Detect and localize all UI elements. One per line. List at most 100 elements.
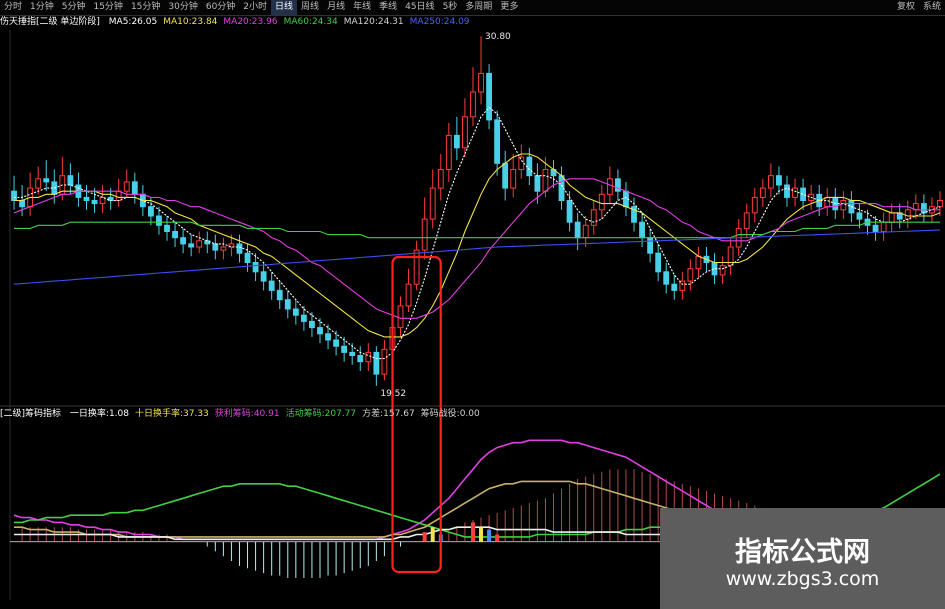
period-button[interactable]: 月线	[323, 0, 349, 15]
candle-body	[655, 252, 662, 273]
ma-legend-item: MA10:23.84	[163, 17, 218, 27]
candle-body	[614, 178, 621, 192]
candle-body	[284, 299, 291, 310]
candle-body	[429, 187, 436, 220]
candle-body	[244, 252, 251, 263]
ma-line-ma5	[14, 106, 941, 360]
candle-body	[131, 181, 138, 195]
candle-body	[292, 308, 299, 316]
candle-body	[156, 215, 162, 226]
period-button[interactable]: 45日线	[401, 0, 438, 15]
candle-body	[687, 268, 694, 282]
signal-block	[430, 527, 435, 542]
candle-body	[904, 209, 911, 220]
period-button[interactable]: 1分钟	[26, 0, 58, 15]
candle-body	[325, 333, 331, 341]
candle-body	[824, 196, 831, 208]
candle-body	[357, 355, 364, 363]
period-button[interactable]: 2小时	[239, 0, 271, 15]
candle-body	[252, 262, 259, 273]
candle-body	[470, 91, 476, 118]
chart-window: 30.80 19.52 分时 1分钟 5分钟 15分钟 15分钟 30分钟 60分钟 2小时 日线…	[0, 0, 945, 609]
ma-line-ma10	[14, 153, 941, 338]
toolbar-right-button[interactable]: 复权	[893, 0, 919, 15]
candle-body	[920, 203, 927, 214]
candle-body	[486, 72, 492, 121]
signal-block	[495, 534, 500, 542]
period-button[interactable]: 周线	[297, 0, 323, 15]
candle-body	[123, 181, 130, 192]
watermark-title: 指标公式网	[735, 537, 870, 568]
sub-indicator-legend: [二级]筹码指标 一日换率:1.08 十日换手率:37.33 获利筹码:40.91 活…	[0, 408, 945, 421]
signal-block	[422, 532, 427, 542]
candle-body	[462, 116, 468, 149]
period-button[interactable]: 15分钟	[127, 0, 164, 15]
candle-body	[582, 224, 589, 239]
candle-body	[566, 200, 573, 223]
candle-body	[260, 271, 267, 282]
candle-body	[671, 283, 678, 291]
candle-body	[309, 320, 315, 329]
period-button[interactable]: 多周期	[461, 0, 496, 15]
candle-body	[888, 212, 895, 223]
sub-legend-item: 一日换率:1.08	[69, 409, 129, 419]
period-button[interactable]: 5分钟	[58, 0, 90, 15]
signal-block	[479, 527, 484, 542]
candle-body	[719, 265, 726, 276]
candle-body	[437, 169, 444, 189]
main-indicator-legend: 伤天捶指[二级 单边阶段] MA5:26.05 MA10:23.84 MA20:23…	[0, 15, 945, 29]
period-button[interactable]: 15分钟	[89, 0, 126, 15]
candle-body	[445, 134, 452, 170]
sub-legend-item: 十日换手率:37.33	[134, 409, 209, 419]
candle-body	[639, 221, 645, 239]
candle-body	[937, 200, 943, 208]
watermark-url: www.zbgs3.com	[725, 568, 880, 590]
toolbar-right-button[interactable]: 系统	[919, 0, 945, 15]
candle-body	[856, 212, 863, 220]
candle-body	[542, 169, 549, 192]
period-button[interactable]: 分时	[0, 0, 26, 15]
candle-body	[695, 255, 702, 270]
period-button[interactable]: 30分钟	[164, 0, 201, 15]
ma-legend-item: MA20:23.96	[223, 17, 278, 27]
period-button[interactable]: 60分钟	[202, 0, 239, 15]
candle-body	[800, 187, 807, 202]
candle-body	[792, 187, 798, 198]
candle-body	[510, 169, 517, 189]
sub-indicator-title: [二级]筹码指标	[0, 409, 62, 419]
candle-body	[11, 190, 17, 201]
ma-legend-item: MA250:24.09	[409, 17, 470, 27]
candle-body	[220, 246, 227, 251]
sub-legend-item: 方差:157.67	[362, 409, 415, 419]
candle-body	[147, 206, 154, 217]
candle-body	[590, 209, 597, 226]
candle-body	[19, 200, 25, 208]
candle-body	[784, 184, 790, 198]
candle-body	[494, 119, 501, 164]
candle-body	[35, 178, 42, 189]
sub-legend-item: 筹码战役:0.00	[420, 409, 480, 419]
ma-legend-item: MA120:24.31	[343, 17, 404, 27]
candle-body	[43, 178, 50, 183]
signal-block	[470, 522, 475, 542]
candle-body	[663, 271, 670, 285]
period-button[interactable]: 季线	[375, 0, 401, 15]
candle-body	[373, 351, 380, 375]
candle-body	[453, 134, 460, 149]
candle-body	[317, 327, 323, 335]
candle-body	[743, 212, 750, 229]
period-button[interactable]: 更多	[496, 0, 522, 15]
candle-body	[421, 218, 428, 251]
period-toolbar: 分时 1分钟 5分钟 15分钟 15分钟 30分钟 60分钟 2小时 日线 周线 月线 年线 季线 45日…	[0, 0, 945, 16]
ma-legend-item: MA60:24.34	[283, 17, 338, 27]
period-button[interactable]: 日线	[271, 0, 298, 15]
period-button[interactable]: 5秒	[439, 0, 462, 15]
candle-body	[115, 190, 122, 201]
candle-body	[381, 348, 388, 375]
ma-legend-item: MA5:26.05	[108, 17, 158, 27]
watermark-logo: 指标公式网 www.zbgs3.com	[660, 508, 945, 609]
period-button[interactable]: 年线	[349, 0, 375, 15]
signal-block	[487, 529, 492, 542]
candle-body	[405, 283, 412, 307]
sub-legend-item: 活动筹码:207.77	[285, 409, 357, 419]
